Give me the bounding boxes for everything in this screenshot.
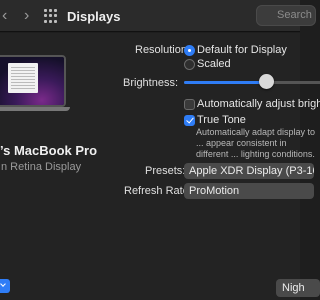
search-field[interactable]: Search [256, 5, 316, 26]
refresh-rate-popup[interactable]: ProMotion [184, 183, 314, 199]
true-tone-label[interactable]: True Tone [197, 114, 246, 126]
resolution-scaled-option[interactable]: Scaled [197, 58, 231, 70]
brightness-slider-fill [184, 81, 266, 84]
resolution-default-option[interactable]: Default for Display [197, 44, 287, 56]
resolution-label: Resolution: [135, 44, 191, 56]
presets-popup[interactable]: Apple XDR Display (P3-1600 [184, 163, 314, 179]
window-title: Displays [67, 9, 121, 24]
auto-brightness-checkbox[interactable] [184, 99, 195, 110]
refresh-rate-label: Refresh Rate: [124, 185, 192, 197]
brightness-slider-knob[interactable] [259, 74, 274, 89]
back-chevron-icon[interactable]: ‹ [2, 7, 7, 25]
brightness-slider-track[interactable] [184, 81, 320, 84]
display-name: ’s MacBook Pro [0, 143, 98, 158]
brightness-label: Brightness: [123, 77, 179, 89]
macbook-pro-display-image [0, 55, 70, 111]
title-bar: ‹ › Displays Search [0, 0, 316, 32]
display-menu-chevron-icon[interactable] [0, 279, 10, 293]
display-type: n Retina Display [1, 161, 82, 173]
auto-brightness-label[interactable]: Automatically adjust brigh [197, 98, 320, 110]
presets-label: Presets: [145, 165, 186, 177]
resolution-default-radio[interactable] [184, 45, 195, 56]
night-shift-button[interactable]: Nigh [276, 279, 320, 297]
show-all-grid-icon[interactable] [44, 9, 58, 23]
true-tone-description: Automatically adapt display to ... appea… [196, 127, 316, 159]
forward-chevron-icon[interactable]: › [24, 7, 29, 25]
resolution-scaled-radio[interactable] [184, 59, 195, 70]
displays-pane: ’s MacBook Pro n Retina Display Resoluti… [0, 33, 320, 300]
true-tone-checkbox[interactable] [184, 115, 195, 126]
